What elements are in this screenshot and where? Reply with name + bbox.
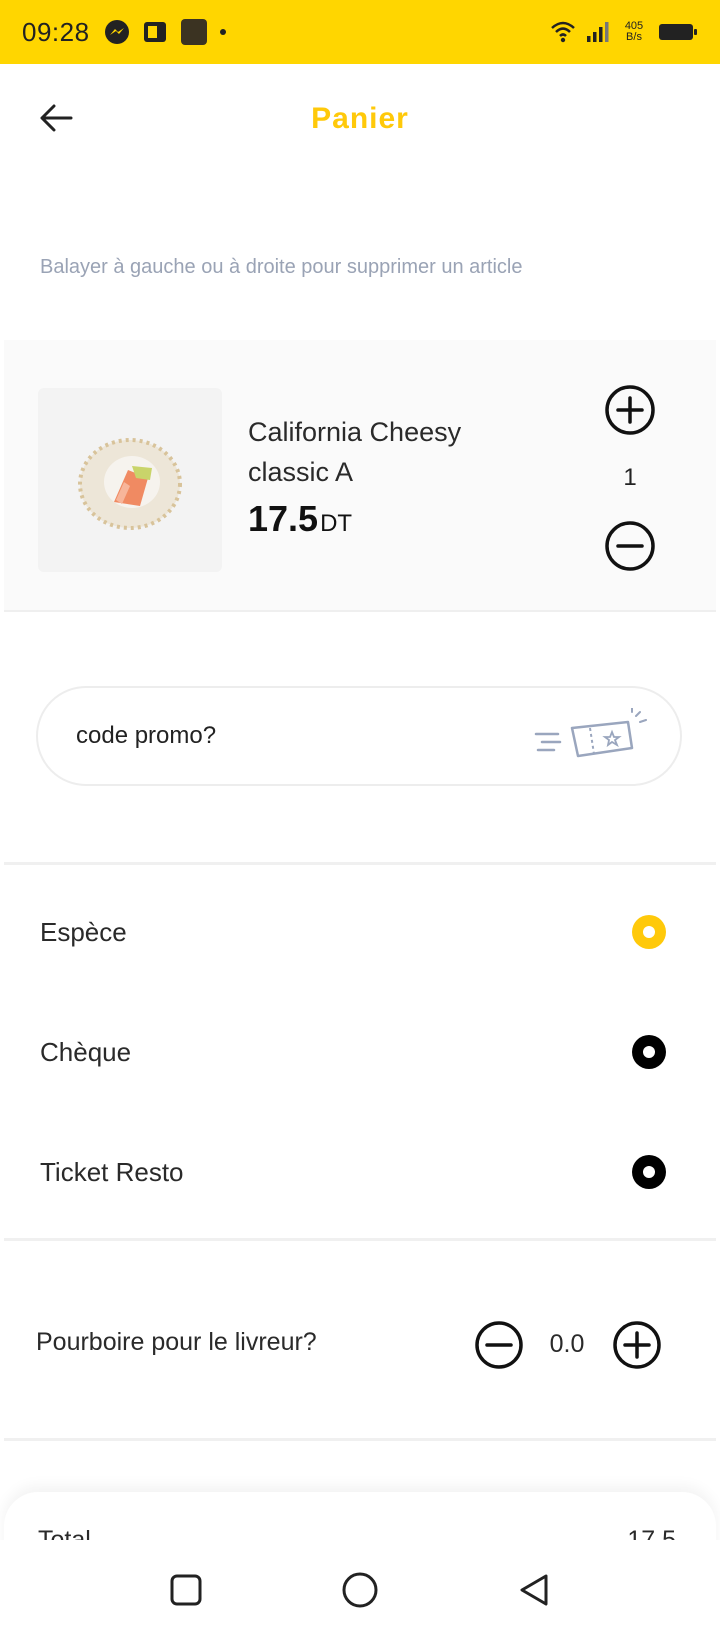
payment-option-label: Espèce [40,916,127,947]
messenger-icon [104,20,129,44]
app-icon [180,19,207,45]
tip-decrease-button[interactable] [474,1320,524,1370]
radio-unselected[interactable] [632,1035,666,1069]
sushi-roll-image [78,438,182,530]
system-nav-bar [0,1540,720,1640]
divider [4,1438,716,1441]
radio-selected[interactable] [632,915,666,949]
back-nav-button[interactable] [509,1565,559,1615]
ticket-icon [534,708,647,758]
tip-label: Pourboire pour le livreur? [36,1328,317,1356]
square-icon [170,1574,202,1606]
payment-option-ticket-resto[interactable]: Ticket Resto [0,1142,720,1202]
divider [4,862,716,865]
notification-icons [104,18,226,46]
quantity-decrease-button[interactable] [604,520,656,572]
network-speed: 405 B/s [624,20,644,43]
promo-code-field[interactable] [36,686,682,786]
tip-increase-button[interactable] [612,1320,662,1370]
home-button[interactable] [335,1565,385,1615]
promo-code-input[interactable] [76,722,476,750]
price-value: 17.5 [248,498,319,539]
wifi-icon [551,21,575,43]
payment-option-label: Ticket Resto [40,1156,184,1187]
product-name: California Cheesy classic A [248,417,462,487]
arrow-left-icon [40,104,73,132]
swipe-hint: Balayer à gauche ou à droite pour suppri… [40,256,523,278]
tip-row: Pourboire pour le livreur? 0.0 [0,1310,720,1380]
cart-screen: 09:28 405 B/s Panier Balayer à gauche ou… [0,0,720,1640]
status-time: 09:28 [22,16,90,47]
product-image [38,388,222,572]
triangle-back-icon [520,1574,548,1606]
page-title: Panier [311,102,409,135]
payment-option-cheque[interactable]: Chèque [0,1022,720,1082]
price-currency: DT [320,510,353,537]
radio-unselected[interactable] [632,1155,666,1189]
quantity-value: 1 [623,464,637,491]
recent-apps-button[interactable] [161,1565,211,1615]
app-header: Panier [0,64,720,174]
back-button[interactable] [36,98,76,138]
product-price: 17.5 DT [248,498,352,540]
circle-icon [342,1572,378,1608]
battery-icon [659,24,697,40]
cart-item[interactable]: California Cheesy classic A 17.5 DT 1 [4,340,716,612]
system-icons: 405 B/s [550,20,698,44]
more-notifications-dot [219,29,226,35]
quantity-increase-button[interactable] [604,384,656,436]
signal-icon [587,22,609,42]
payment-option-espece[interactable]: Espèce [0,902,720,962]
tip-value: 0.0 [549,1330,585,1358]
payment-option-label: Chèque [40,1036,132,1067]
divider [4,1238,716,1241]
office-icon [143,22,166,42]
status-bar: 09:28 405 B/s [0,0,720,64]
